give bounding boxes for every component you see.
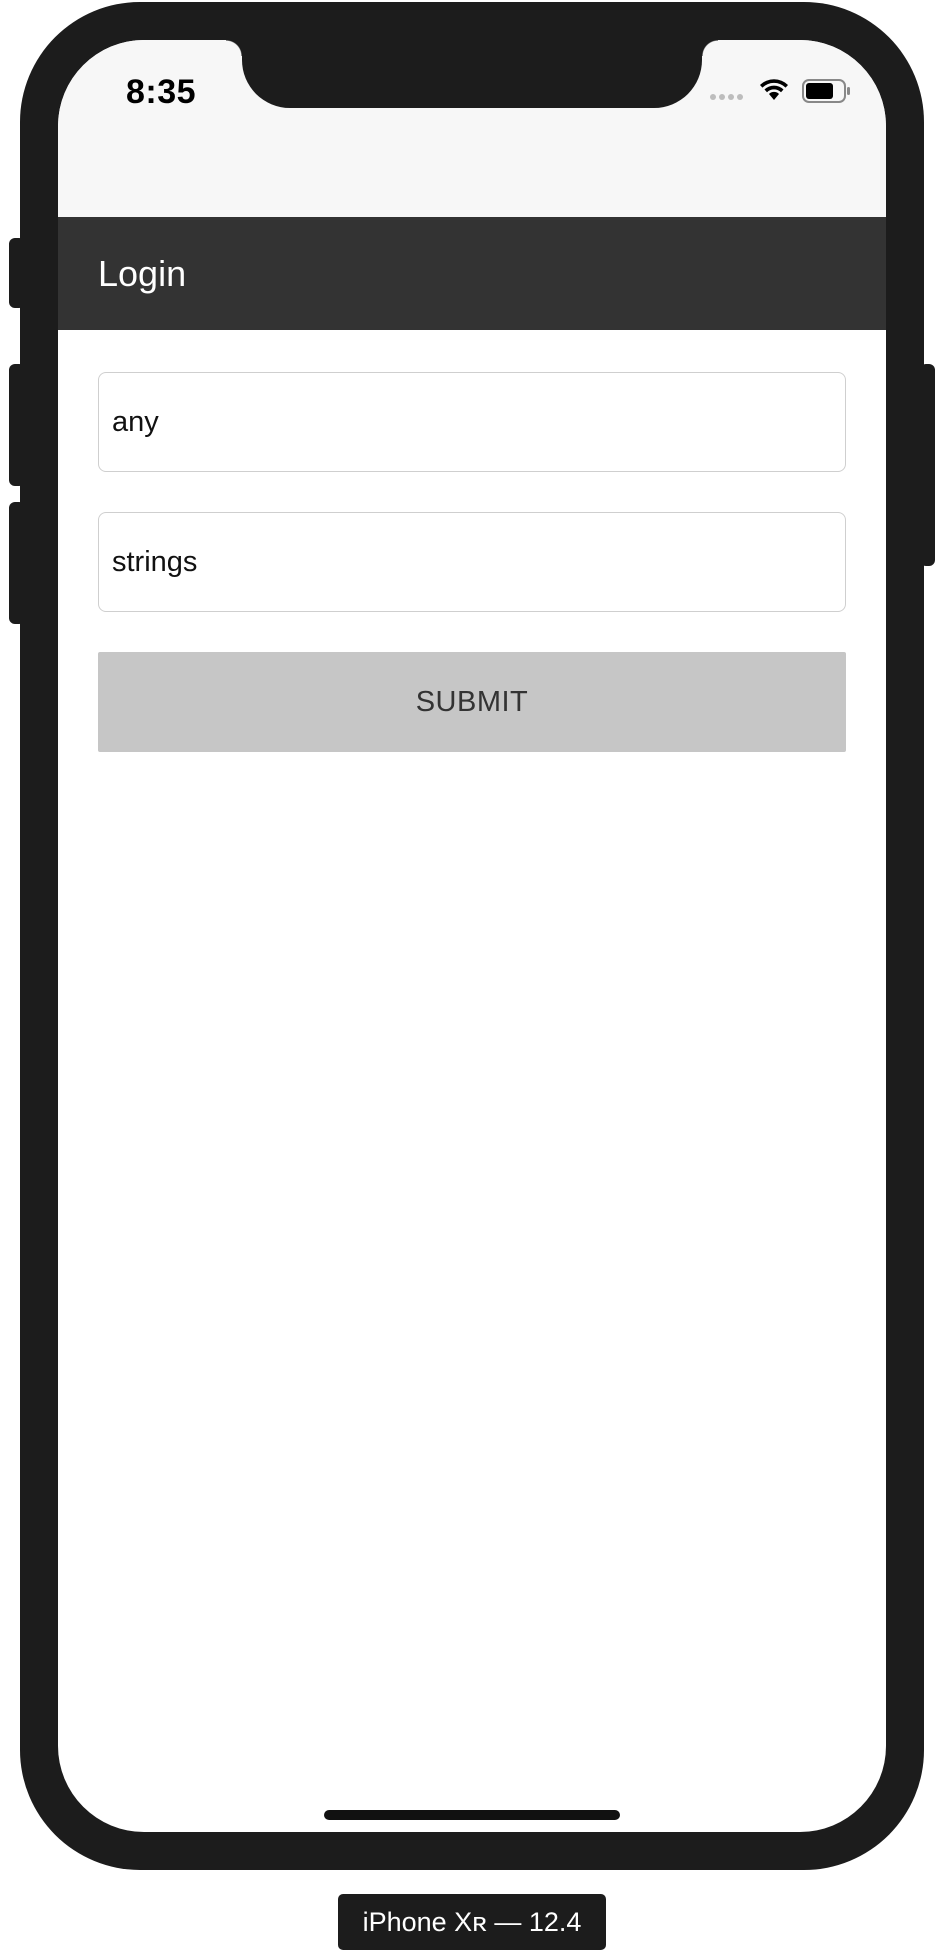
device-label: iPhone Xʀ — 12.4 xyxy=(338,1894,606,1950)
password-field[interactable] xyxy=(98,512,846,612)
wifi-icon xyxy=(760,79,788,100)
status-bar: 8:35 xyxy=(58,40,886,217)
status-time: 8:35 xyxy=(126,73,197,111)
notch xyxy=(226,40,718,108)
page-title: Login xyxy=(98,253,187,294)
home-indicator[interactable] xyxy=(324,1810,620,1820)
device-frame: 8:35 Login any strings SUBMIT xyxy=(20,2,924,1870)
app-bar: Login xyxy=(58,217,886,330)
username-field[interactable] xyxy=(98,372,846,472)
username-input[interactable] xyxy=(112,373,832,471)
password-input[interactable] xyxy=(112,513,832,611)
submit-button[interactable]: SUBMIT xyxy=(98,652,846,752)
device-screen: 8:35 Login any strings SUBMIT xyxy=(58,40,886,1832)
simulator-page: 8:35 Login any strings SUBMIT iPhone Xʀ … xyxy=(0,0,944,1950)
signal-dots-icon xyxy=(710,94,743,100)
battery-icon xyxy=(802,79,850,103)
